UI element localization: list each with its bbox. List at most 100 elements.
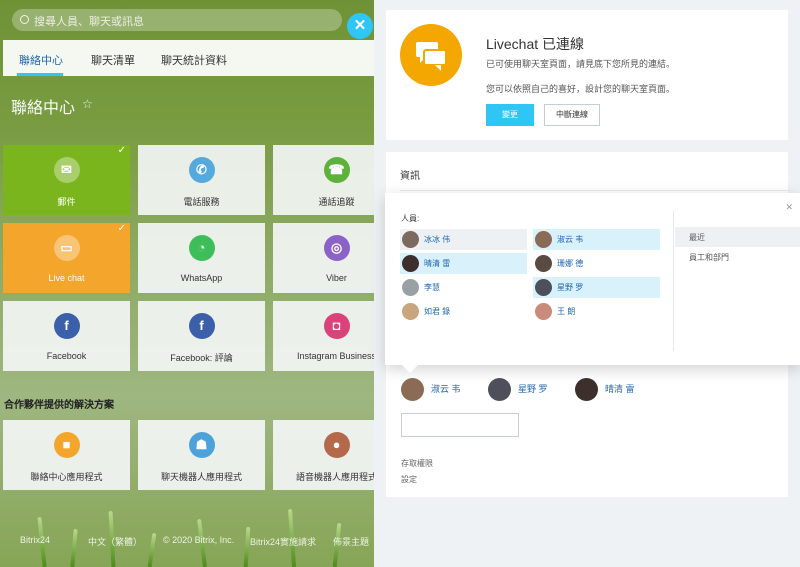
avatar xyxy=(401,378,424,401)
footer-implementation[interactable]: Bitrix24實施請求 xyxy=(250,535,316,548)
facebook-comments-icon: f xyxy=(188,313,215,339)
mail-icon: ✉ xyxy=(53,157,80,183)
tabs-bar: 聯絡中心 聊天清單 聊天統計資料 xyxy=(3,40,374,76)
microphone-icon: ● xyxy=(323,432,350,458)
avatar xyxy=(402,303,419,320)
box-icon: ■ xyxy=(53,432,80,458)
tile-facebook[interactable]: f Facebook xyxy=(3,301,130,371)
people-label: 人員: xyxy=(401,214,420,223)
person-name: 冰冰 伟 xyxy=(424,235,451,244)
person-item[interactable]: 王 朗 xyxy=(533,301,660,322)
livechat-title: Livechat 已連線 xyxy=(486,36,585,52)
livechat-status-card: Livechat 已連線 已可使用聊天室頁面，請見底下您所見的連結。 您可以依照… xyxy=(386,10,788,140)
people-selector-popup: ✕ 人員: 冰冰 伟 淑云 韦 晴清 雷 珊娜 德 李慧 星野 罗 如君 錄 王… xyxy=(385,193,800,365)
tile-call-tracking[interactable]: ☎ 通話追蹤 xyxy=(273,145,374,215)
facebook-icon: f xyxy=(53,313,80,339)
popup-arrow xyxy=(402,365,418,373)
search-placeholder: 搜尋人員、聊天或訊息 xyxy=(34,16,144,28)
person-item[interactable]: 如君 錄 xyxy=(400,301,527,322)
person-name: 晴清 雷 xyxy=(605,384,635,394)
avatar xyxy=(402,231,419,248)
tile-label: 郵件 xyxy=(57,197,76,207)
people-input[interactable] xyxy=(401,413,519,437)
person-name: 星野 罗 xyxy=(557,283,584,292)
close-slider-button[interactable]: ✕ xyxy=(347,13,373,39)
menu-recent[interactable]: 最近 xyxy=(689,232,705,243)
avatar xyxy=(402,255,419,272)
footer: Bitrix24 中文（繁體） © 2020 Bitrix, Inc. Bitr… xyxy=(0,528,374,552)
popup-close-icon[interactable]: ✕ xyxy=(785,202,793,213)
tab-chat-stats[interactable]: 聊天統計資料 xyxy=(161,52,227,68)
avatar xyxy=(488,378,511,401)
avatar xyxy=(535,231,552,248)
tile-whatsapp[interactable]: ◔ WhatsApp xyxy=(138,223,265,293)
person-name: 淑云 韦 xyxy=(557,235,584,244)
footer-bitrix24[interactable]: Bitrix24 xyxy=(20,535,50,545)
star-icon[interactable]: ☆ xyxy=(82,97,93,111)
tab-chat-list[interactable]: 聊天清單 xyxy=(91,52,135,68)
selected-person[interactable]: 淑云 韦 xyxy=(401,378,481,402)
change-button[interactable]: 變更 xyxy=(486,104,534,126)
avatar xyxy=(575,378,598,401)
check-icon: ✓ xyxy=(117,223,126,234)
tile-label: WhatsApp xyxy=(180,273,223,283)
tile-telephony[interactable]: ✆ 電話服務 xyxy=(138,145,265,215)
avatar xyxy=(535,255,552,272)
person-item[interactable]: 淑云 韦 xyxy=(533,229,660,250)
tile-label: 語音機器人應用程式 xyxy=(295,472,374,482)
popup-divider xyxy=(673,211,674,351)
footer-copyright: © 2020 Bitrix, Inc. xyxy=(163,535,235,545)
page-title: 聯絡中心 xyxy=(11,100,76,117)
tile-facebook-comments[interactable]: f Facebook: 評論 xyxy=(138,301,265,371)
settings-link[interactable]: 設定 xyxy=(401,474,417,485)
call-tracking-icon: ☎ xyxy=(323,157,350,183)
divider xyxy=(400,190,790,191)
phone-icon: ✆ xyxy=(188,157,215,183)
livechat-icon xyxy=(400,24,462,86)
search-input[interactable]: 搜尋人員、聊天或訊息 xyxy=(12,9,342,31)
person-name: 李慧 xyxy=(424,283,440,292)
person-item[interactable]: 晴清 雷 xyxy=(400,253,527,274)
tile-viber[interactable]: ◎ Viber xyxy=(273,223,374,293)
selected-person[interactable]: 晴清 雷 xyxy=(575,378,655,402)
avatar xyxy=(402,279,419,296)
disconnect-button[interactable]: 中斷連線 xyxy=(544,104,600,126)
instagram-icon: ◘ xyxy=(323,313,350,339)
person-name: 星野 罗 xyxy=(518,384,548,394)
person-item[interactable]: 珊娜 德 xyxy=(533,253,660,274)
person-name: 晴清 雷 xyxy=(424,259,451,268)
tile-voicebot-apps[interactable]: ● 語音機器人應用程式 xyxy=(273,420,374,490)
info-title: 資訊 xyxy=(400,171,420,182)
tile-label: Facebook: 評論 xyxy=(170,353,233,363)
footer-language[interactable]: 中文（繁體） xyxy=(88,535,142,548)
active-tab-indicator xyxy=(17,73,63,76)
tile-contact-center-apps[interactable]: ■ 聯絡中心應用程式 xyxy=(3,420,130,490)
menu-employees-departments[interactable]: 員工和部門 xyxy=(689,252,729,263)
android-icon: ☗ xyxy=(188,432,215,458)
person-item[interactable]: 李慧 xyxy=(400,277,527,298)
avatar xyxy=(535,303,552,320)
tab-contact-center[interactable]: 聯絡中心 xyxy=(19,52,63,68)
footer-theme[interactable]: 佈景主題 xyxy=(333,535,369,548)
tile-chatbot-apps[interactable]: ☗ 聊天機器人應用程式 xyxy=(138,420,265,490)
person-name: 珊娜 德 xyxy=(557,259,584,268)
person-item[interactable]: 冰冰 伟 xyxy=(400,229,527,250)
tile-label: Instagram Business xyxy=(296,351,374,361)
tile-label: 電話服務 xyxy=(183,197,220,207)
tile-label: Live chat xyxy=(48,273,85,283)
livechat-description-1: 已可使用聊天室頁面，請見底下您所見的連結。 xyxy=(486,59,676,69)
tile-label: 通話追蹤 xyxy=(318,197,355,207)
tile-instagram[interactable]: ◘ Instagram Business xyxy=(273,301,374,371)
tile-label: 聯絡中心應用程式 xyxy=(30,472,103,482)
person-name: 王 朗 xyxy=(557,307,576,316)
person-item[interactable]: 星野 罗 xyxy=(533,277,660,298)
check-icon: ✓ xyxy=(117,145,126,156)
chat-icon: ▭ xyxy=(53,235,80,261)
tile-livechat[interactable]: ✓ ▭ Live chat xyxy=(3,223,130,293)
selected-person[interactable]: 星野 罗 xyxy=(488,378,568,402)
access-permissions-link[interactable]: 存取權限 xyxy=(401,458,433,469)
person-name: 淑云 韦 xyxy=(431,384,461,394)
livechat-description-2: 您可以依照自己的喜好，設計您的聊天室頁面。 xyxy=(486,84,676,94)
tile-mail[interactable]: ✓ ✉ 郵件 xyxy=(3,145,130,215)
tile-label: Viber xyxy=(326,273,347,283)
